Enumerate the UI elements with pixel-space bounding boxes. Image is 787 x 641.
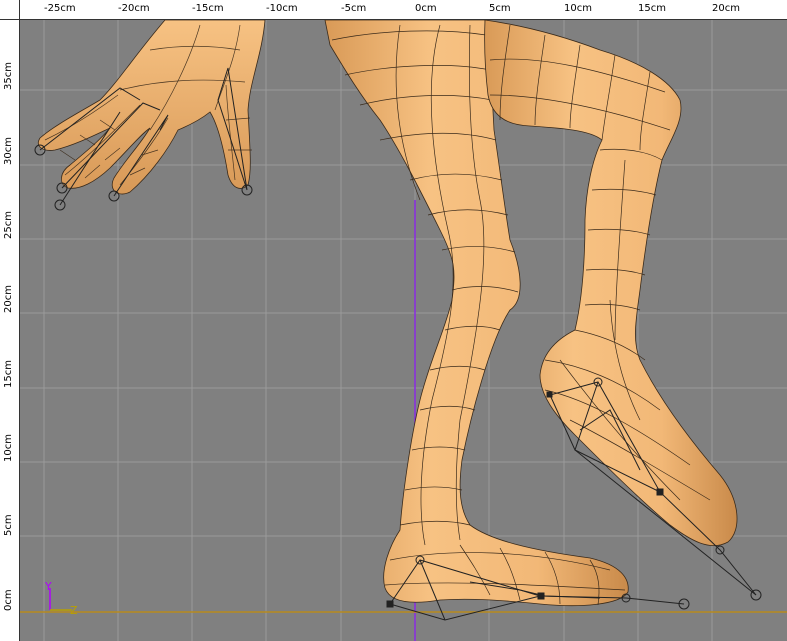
x-tick-label: -25cm — [44, 3, 76, 14]
x-tick-label: -10cm — [266, 3, 298, 14]
x-tick-label: 0cm — [415, 3, 437, 14]
y-tick-label: 15cm — [3, 360, 14, 388]
vertical-ruler: 35cm 30cm 25cm 20cm 15cm 10cm 5cm 0cm — [0, 20, 20, 641]
y-tick-label: 35cm — [3, 62, 14, 90]
y-axis-label: Y — [44, 580, 52, 593]
x-tick-label: 20cm — [712, 3, 740, 14]
x-tick-label: 5cm — [489, 3, 511, 14]
x-tick-label: 15cm — [638, 3, 666, 14]
y-tick-label: 5cm — [3, 514, 14, 536]
ruler-corner — [0, 0, 20, 20]
y-tick-label: 10cm — [3, 434, 14, 462]
hand-mesh[interactable] — [34, 20, 266, 211]
y-tick-label: 0cm — [3, 589, 14, 611]
3d-viewport[interactable]: -25cm -20cm -15cm -10cm -5cm 0cm 5cm 10c… — [0, 0, 787, 641]
right-leg-mesh[interactable] — [484, 20, 762, 601]
y-tick-label: 20cm — [3, 285, 14, 313]
x-tick-label: -15cm — [192, 3, 224, 14]
y-tick-label: 25cm — [3, 211, 14, 239]
scene-canvas[interactable]: Y Z — [20, 20, 787, 641]
horizontal-ruler: -25cm -20cm -15cm -10cm -5cm 0cm 5cm 10c… — [0, 0, 787, 20]
x-tick-label: 10cm — [564, 3, 592, 14]
y-tick-label: 30cm — [3, 137, 14, 165]
x-tick-label: -5cm — [341, 3, 367, 14]
z-axis-label: Z — [70, 604, 78, 617]
x-tick-label: -20cm — [118, 3, 150, 14]
